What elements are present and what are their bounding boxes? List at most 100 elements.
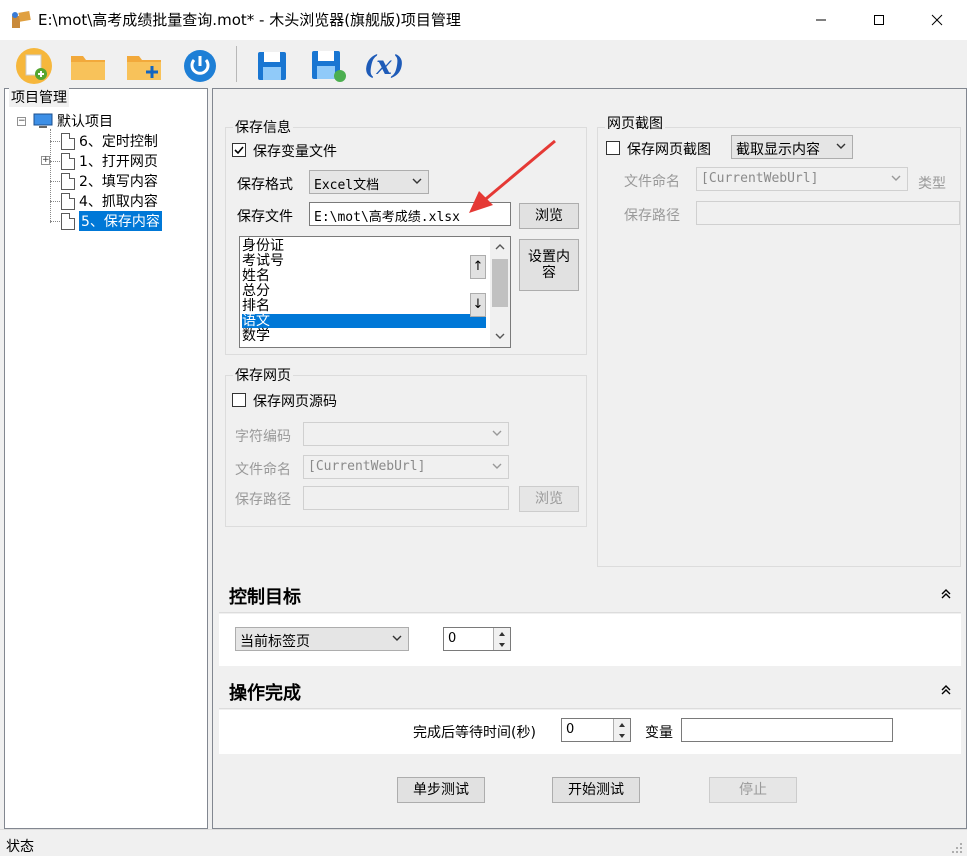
new-project-button[interactable] xyxy=(12,44,56,88)
toolbar: (x) xyxy=(0,40,967,88)
scrollbar-thumb[interactable] xyxy=(492,259,508,307)
list-item-selected[interactable]: 语文 xyxy=(242,314,486,328)
tab-value: 当前标签页 xyxy=(240,634,310,650)
save-source-checkbox[interactable] xyxy=(232,393,246,407)
tree-root-label: 默认项目 xyxy=(57,114,113,130)
screenshot-mode-value: 截取显示内容 xyxy=(736,142,820,158)
save-button[interactable] xyxy=(250,44,294,88)
screenshot-mode-select[interactable]: 截取显示内容 xyxy=(731,135,853,159)
screenshot-title: 网页截图 xyxy=(605,113,665,133)
list-item[interactable]: 总分 xyxy=(242,284,486,298)
save-as-icon xyxy=(312,51,346,82)
tree-item-label: 4、抓取内容 xyxy=(79,194,158,210)
variable-input[interactable] xyxy=(681,718,893,742)
add-folder-button[interactable] xyxy=(122,44,166,88)
list-scrollbar[interactable] xyxy=(490,237,510,347)
format-value: Excel文档 xyxy=(314,178,380,193)
variable-label: 变量 xyxy=(645,725,673,741)
chevron-up-icon xyxy=(495,244,505,250)
chevron-down-icon xyxy=(495,333,505,339)
encoding-select[interactable] xyxy=(303,422,509,446)
variable-button[interactable]: (x) xyxy=(362,44,406,88)
tree-item-grab-content[interactable]: 4、抓取内容 xyxy=(61,191,158,211)
wait-time-stepper[interactable]: 0 xyxy=(561,718,631,742)
open-folder-button[interactable] xyxy=(66,44,110,88)
open-folder-icon xyxy=(71,56,105,80)
browse-path-button[interactable]: 浏览 xyxy=(519,486,579,512)
save-var-file-checkbox[interactable] xyxy=(232,143,246,157)
tree-item-label: 2、填写内容 xyxy=(79,174,158,190)
save-screenshot-checkbox[interactable] xyxy=(606,141,620,155)
item-expand-toggle[interactable]: + xyxy=(41,156,50,165)
minimize-icon xyxy=(816,19,826,21)
document-icon xyxy=(61,212,75,230)
new-file-icon xyxy=(16,48,52,84)
document-icon xyxy=(61,132,75,150)
close-icon xyxy=(931,14,943,26)
resize-grip-icon[interactable] xyxy=(951,842,963,854)
list-item[interactable]: 姓名 xyxy=(242,269,486,283)
start-test-button[interactable]: 开始测试 xyxy=(552,777,640,803)
list-item[interactable]: 考试号 xyxy=(242,254,486,268)
minimize-button[interactable] xyxy=(792,0,850,40)
maximize-icon xyxy=(874,15,884,25)
spin-up-button[interactable] xyxy=(613,719,630,730)
operation-done-body: 完成后等待时间(秒) 0 变量 xyxy=(219,710,961,754)
variable-list[interactable]: 身份证 考试号 姓名 总分 排名 语文 数学 ↑ ↓ xyxy=(239,236,511,348)
naming-select[interactable]: [CurrentWebUrl] xyxy=(303,455,509,479)
save-icon xyxy=(258,52,286,80)
format-select[interactable]: Excel文档 xyxy=(309,170,429,194)
list-item[interactable]: 数学 xyxy=(242,329,486,343)
maximize-button[interactable] xyxy=(850,0,908,40)
tree-item-save-content[interactable]: 5、保存内容 xyxy=(61,211,162,231)
file-label: 保存文件 xyxy=(237,209,293,225)
close-button[interactable] xyxy=(908,0,966,40)
chevron-down-icon xyxy=(492,463,502,469)
computer-icon xyxy=(33,113,53,128)
move-up-button[interactable]: ↑ xyxy=(470,255,486,279)
chevron-down-icon xyxy=(392,635,402,641)
set-content-button[interactable]: 设置内容 xyxy=(519,239,579,291)
collapse-icon[interactable] xyxy=(941,589,951,599)
tree-item-label: 1、打开网页 xyxy=(79,154,158,170)
tab-select[interactable]: 当前标签页 xyxy=(235,627,409,651)
tree-root[interactable]: 默认项目 xyxy=(33,111,113,131)
spin-down-button[interactable] xyxy=(493,639,510,650)
red-arrow-annotation xyxy=(469,139,556,213)
list-item[interactable]: 身份证 xyxy=(242,239,486,253)
tab-index-stepper[interactable]: 0 xyxy=(443,627,511,651)
add-folder-icon xyxy=(127,56,161,80)
screenshot-naming-select[interactable]: [CurrentWebUrl] xyxy=(696,167,908,191)
wait-time-value: 0 xyxy=(566,722,575,737)
collapse-icon[interactable] xyxy=(941,685,951,695)
title-bar[interactable]: E:\mot\高考成绩批量查询.mot* - 木头浏览器(旗舰版)项目管理 xyxy=(0,0,967,40)
stop-button[interactable]: 停止 xyxy=(709,777,797,803)
spin-down-button[interactable] xyxy=(613,730,630,741)
screenshot-path-input[interactable] xyxy=(696,201,960,225)
root-collapse-toggle[interactable]: − xyxy=(17,117,26,126)
control-target-header[interactable]: 控制目标 xyxy=(219,577,961,613)
path-input[interactable] xyxy=(303,486,509,510)
status-bar: 状态 xyxy=(0,829,967,856)
screenshot-naming-label: 文件命名 xyxy=(624,174,680,190)
move-down-button[interactable]: ↓ xyxy=(470,293,486,317)
operation-done-header[interactable]: 操作完成 xyxy=(219,673,961,709)
naming-value: [CurrentWebUrl] xyxy=(308,459,426,474)
list-item[interactable]: 排名 xyxy=(242,299,486,313)
window-title: E:\mot\高考成绩批量查询.mot* - 木头浏览器(旗舰版)项目管理 xyxy=(38,11,461,29)
tree-item-timer-control[interactable]: 6、定时控制 xyxy=(61,131,158,151)
tree-item-open-webpage[interactable]: 1、打开网页 xyxy=(61,151,158,171)
tree-item-fill-content[interactable]: 2、填写内容 xyxy=(61,171,158,191)
encoding-label: 字符编码 xyxy=(235,429,291,445)
screenshot-naming-value: [CurrentWebUrl] xyxy=(701,171,819,186)
chevron-down-icon xyxy=(412,178,422,184)
screenshot-group xyxy=(597,127,961,567)
spin-up-button[interactable] xyxy=(493,628,510,639)
control-target-title: 控制目标 xyxy=(229,587,301,608)
save-as-button[interactable] xyxy=(306,44,350,88)
screenshot-type-label: 类型 xyxy=(918,176,946,192)
power-button[interactable] xyxy=(178,44,222,88)
step-test-button[interactable]: 单步测试 xyxy=(397,777,485,803)
tree-item-label: 6、定时控制 xyxy=(79,134,158,150)
document-icon xyxy=(61,172,75,190)
